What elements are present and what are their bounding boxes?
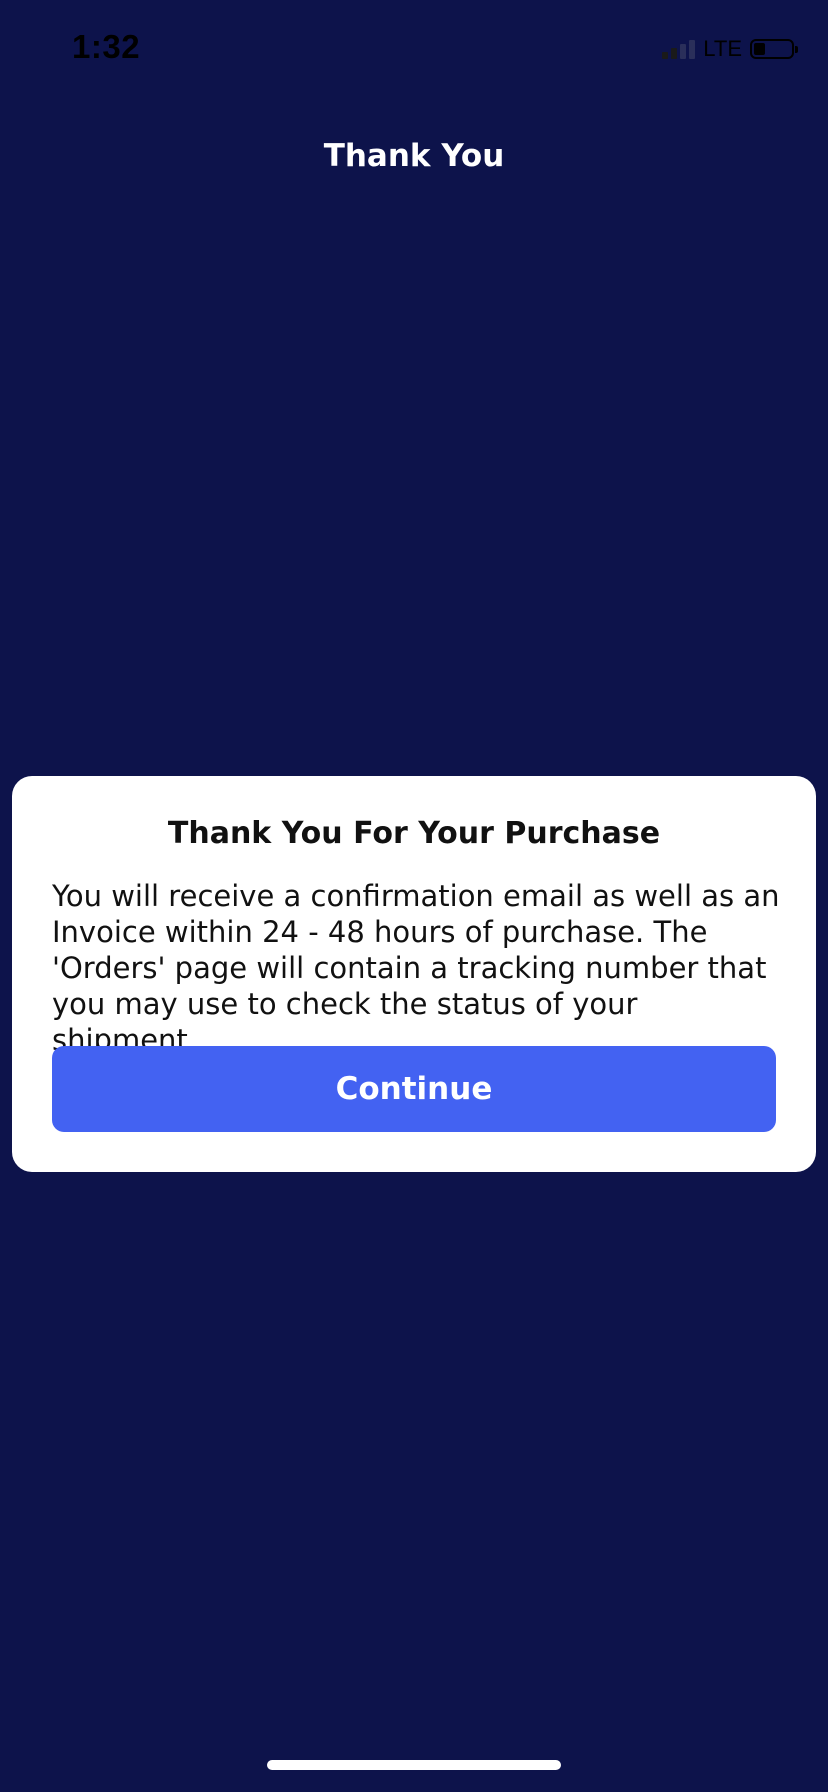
signal-bar: [689, 40, 696, 59]
page-title: Thank You: [323, 138, 505, 174]
signal-icon: [662, 39, 696, 59]
signal-bar: [671, 48, 678, 59]
purchase-confirmation-modal: Thank You For Your Purchase You will rec…: [12, 776, 816, 1172]
thank-you-screen: 1:32 LTE Thank You Thank You For Your Pu…: [0, 0, 828, 1792]
status-time: 1:32: [72, 28, 141, 65]
battery-nub: [795, 46, 798, 53]
status-indicators: LTE: [662, 36, 798, 62]
modal-title: Thank You For Your Purchase: [167, 816, 661, 851]
signal-bar: [662, 52, 669, 59]
status-bar: 1:32 LTE: [0, 0, 828, 100]
continue-button[interactable]: Continue: [52, 1046, 776, 1132]
home-indicator[interactable]: [267, 1760, 561, 1770]
battery-fill: [754, 43, 765, 55]
battery-icon: [750, 39, 798, 59]
network-label: LTE: [703, 36, 742, 61]
modal-message: You will receive a confirmation email as…: [52, 879, 780, 1057]
signal-bar: [680, 44, 687, 59]
